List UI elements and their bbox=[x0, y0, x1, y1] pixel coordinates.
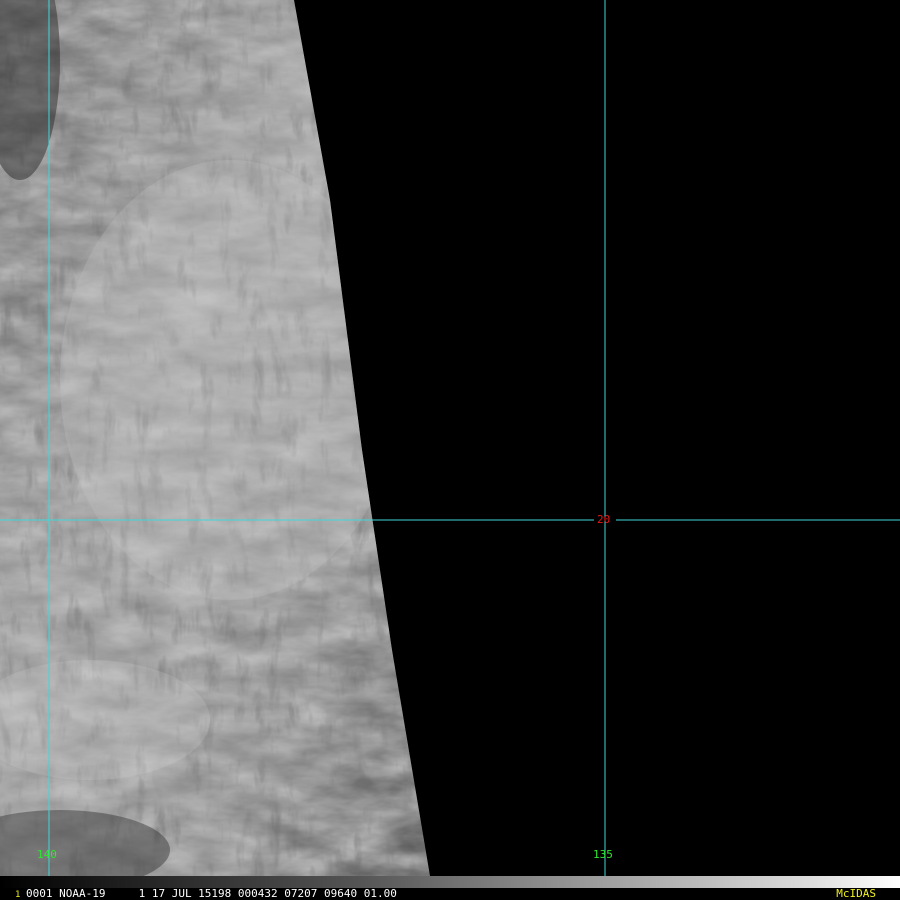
status-bar: 1 0001 NOAA-19 1 17 JUL 15198 000432 072… bbox=[0, 876, 900, 900]
mcidas-brand: McIDAS bbox=[836, 887, 876, 900]
latitude-label-20: 20 bbox=[597, 513, 611, 526]
satellite-image-viewer: 140 135 20 1 0001 NOAA-19 1 17 JUL 15198… bbox=[0, 0, 900, 900]
image-header-text: 0001 NOAA-19 1 17 JUL 15198 000432 07207… bbox=[26, 887, 397, 900]
frame-number: 1 bbox=[15, 890, 21, 900]
status-text-row: 1 0001 NOAA-19 1 17 JUL 15198 000432 072… bbox=[0, 888, 900, 900]
satellite-imagery bbox=[0, 0, 900, 900]
longitude-label-140: 140 bbox=[37, 848, 57, 861]
cloud-swath bbox=[0, 0, 430, 876]
longitude-label-135: 135 bbox=[593, 848, 613, 861]
